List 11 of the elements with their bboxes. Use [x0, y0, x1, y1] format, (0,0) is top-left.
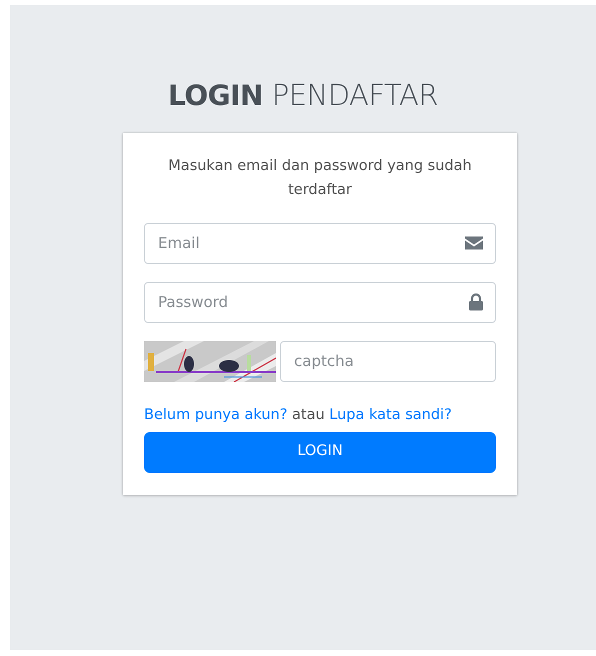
- lock-icon: [469, 294, 483, 311]
- email-field[interactable]: Email: [144, 222, 496, 264]
- text-link[interactable]: Belum punya akun?: [144, 406, 288, 423]
- account-links-text: Belum punya akun? atau Lupa kata sandi?: [144, 406, 453, 425]
- mail-icon: [465, 236, 483, 250]
- password-field[interactable]: Password: [144, 282, 496, 323]
- instruction-text: Masukan email dan password yang sudah terdaftar: [167, 156, 473, 200]
- text-link[interactable]: Lupa kata sandi?: [329, 406, 452, 423]
- page-title: LOGIN PENDAFTAR: [167, 78, 439, 113]
- login-button[interactable]: LOGIN: [144, 432, 496, 473]
- captcha-field[interactable]: captcha: [280, 340, 496, 382]
